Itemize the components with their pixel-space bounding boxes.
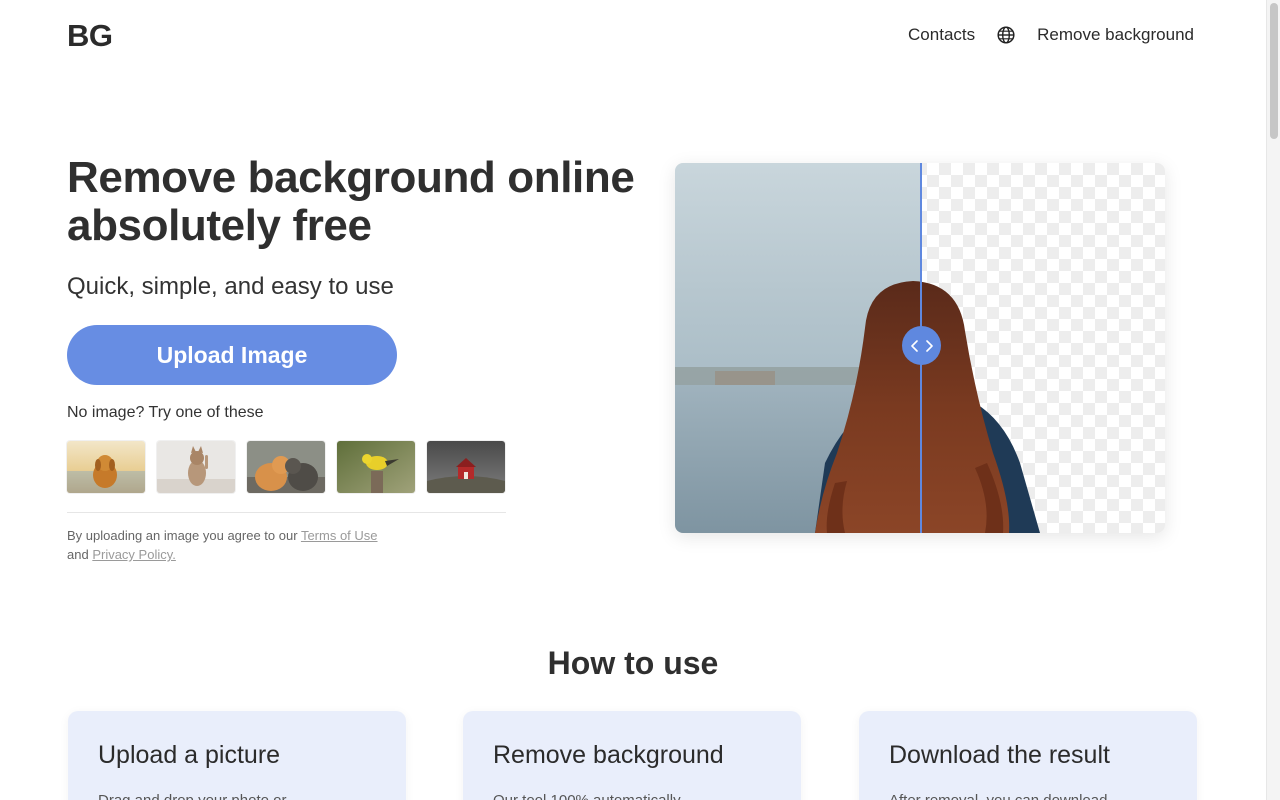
step-card-text: Our tool 100% automatically: [493, 792, 771, 800]
sample-image-cat[interactable]: [157, 441, 235, 493]
upload-image-button[interactable]: Upload Image: [67, 325, 397, 385]
sample-images: [67, 441, 505, 493]
nav-contacts-link[interactable]: Contacts: [908, 25, 975, 45]
divider: [67, 512, 506, 513]
terms-and: and: [67, 547, 93, 562]
scrollbar-thumb[interactable]: [1270, 3, 1278, 139]
terms-notice: By uploading an image you agree to our T…: [67, 526, 427, 564]
nav-remove-background-link[interactable]: Remove background: [1037, 25, 1194, 45]
step-card-upload: Upload a picture Drag and drop your phot…: [68, 711, 406, 800]
terms-of-use-link[interactable]: Terms of Use: [301, 528, 378, 543]
step-card-text: Drag and drop your photo or: [98, 792, 376, 800]
chevron-left-right-icon: [910, 339, 933, 352]
comparison-slider-handle[interactable]: [902, 326, 941, 365]
page: BG Contacts Remove background Remove bac…: [0, 0, 1266, 800]
how-to-use-title: How to use: [547, 645, 719, 681]
sample-image-house[interactable]: [427, 441, 505, 493]
terms-prefix: By uploading an image you agree to our: [67, 528, 301, 543]
step-card-remove: Remove background Our tool 100% automati…: [463, 711, 801, 800]
sample-image-two-cats[interactable]: [247, 441, 325, 493]
step-card-title: Remove background: [493, 741, 724, 769]
sample-image-bird[interactable]: [337, 441, 415, 493]
sample-prompt: No image? Try one of these: [67, 404, 264, 421]
top-nav: Contacts Remove background: [908, 25, 1194, 45]
privacy-policy-link[interactable]: Privacy Policy.: [92, 547, 176, 562]
step-card-download: Download the result After removal, you c…: [859, 711, 1197, 800]
step-card-title: Download the result: [889, 741, 1110, 769]
sample-image-dog[interactable]: [67, 441, 145, 493]
logo[interactable]: BG: [67, 18, 113, 54]
vertical-scrollbar[interactable]: [1266, 0, 1280, 800]
step-card-title: Upload a picture: [98, 741, 281, 769]
hero-subtitle: Quick, simple, and easy to use: [67, 273, 394, 300]
step-card-text: After removal, you can download: [889, 792, 1167, 800]
hero-title: Remove background online absolutely free: [67, 153, 635, 250]
globe-icon[interactable]: [997, 26, 1015, 44]
